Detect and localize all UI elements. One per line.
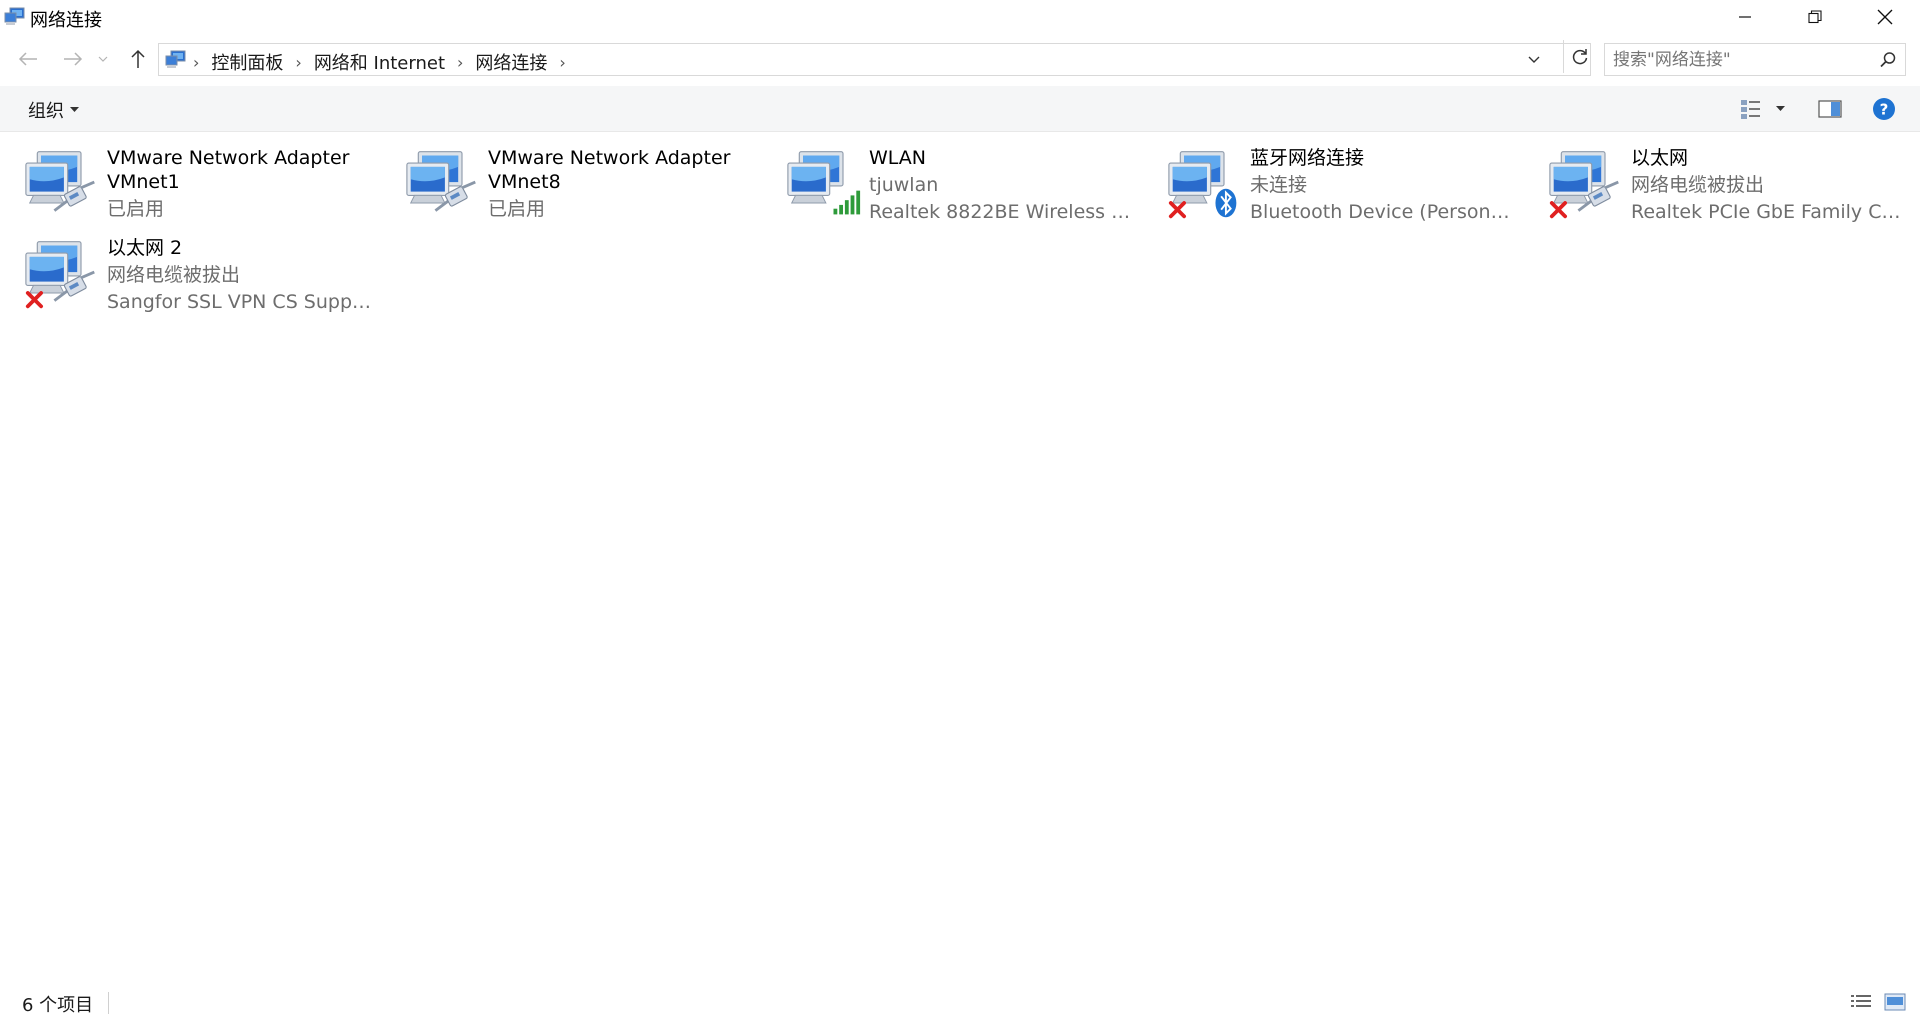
disconnected-x-icon xyxy=(25,291,43,309)
forward-button[interactable] xyxy=(57,40,89,78)
help-button[interactable]: ? xyxy=(1872,94,1896,124)
breadcrumb: › 控制面板 › 网络和 Internet › 网络连接 › xyxy=(193,49,578,75)
item-count: 6 个项目 xyxy=(22,995,94,1016)
help-icon: ? xyxy=(1873,98,1895,120)
search-input[interactable] xyxy=(1613,48,1863,72)
search-box[interactable] xyxy=(1604,43,1906,76)
details-view-button[interactable] xyxy=(1848,991,1874,1013)
view-dropdown-button[interactable] xyxy=(1776,94,1785,124)
refresh-icon xyxy=(1572,48,1587,64)
disconnected-x-icon xyxy=(1549,201,1568,219)
connection-status: 网络电缆被拔出 xyxy=(1631,174,1765,196)
network-adapter-icon xyxy=(787,151,861,215)
connection-name: 以太网 xyxy=(1631,147,1689,169)
network-connections-app-icon xyxy=(4,7,26,31)
connection-texts: VMware Network Adapter VMnet8 已启用 xyxy=(488,146,758,221)
connection-item[interactable]: VMware Network Adapter VMnet8 已启用 xyxy=(381,140,761,228)
network-connections-location-icon xyxy=(165,50,187,74)
refresh-button[interactable] xyxy=(1563,40,1595,73)
status-bar: 6 个项目 xyxy=(0,986,1920,1020)
forward-arrow-icon xyxy=(64,52,83,66)
organize-menu-button[interactable]: 组织 xyxy=(28,97,79,123)
organize-label: 组织 xyxy=(28,101,64,122)
large-icons-view-button[interactable] xyxy=(1882,991,1908,1013)
minimize-button[interactable] xyxy=(1710,0,1780,34)
disconnected-x-icon xyxy=(1168,201,1187,219)
breadcrumb-network-and-internet[interactable]: 网络和 Internet xyxy=(314,49,445,75)
connection-status: 已启用 xyxy=(488,198,546,220)
connection-texts: 以太网 2 网络电缆被拔出 Sangfor SSL VPN CS Support… xyxy=(107,236,377,314)
search-icon[interactable] xyxy=(1879,51,1897,73)
breadcrumb-network-connections[interactable]: 网络连接 xyxy=(475,49,547,75)
network-adapter-icon xyxy=(25,151,95,212)
chevron-down-icon xyxy=(1528,56,1540,63)
connection-texts: 蓝牙网络连接 未连接 Bluetooth Device (Personal Ar… xyxy=(1250,146,1520,224)
up-button[interactable] xyxy=(122,40,154,78)
title-bar: 网络连接 xyxy=(0,0,1920,34)
connection-item[interactable]: 以太网 2 网络电缆被拔出 Sangfor SSL VPN CS Support… xyxy=(0,230,380,318)
connection-status: 未连接 xyxy=(1250,174,1308,196)
connection-texts: WLAN tjuwlan Realtek 8822BE Wireless LAN… xyxy=(869,146,1139,224)
back-button[interactable] xyxy=(12,40,44,78)
network-adapter-icon xyxy=(406,151,476,212)
address-history-dropdown[interactable] xyxy=(1518,44,1550,75)
connection-name: 以太网 2 xyxy=(107,237,183,259)
navigation-bar: › 控制面板 › 网络和 Internet › 网络连接 › xyxy=(0,40,1920,78)
chevron-down-icon xyxy=(98,56,108,62)
connection-status: 网络电缆被拔出 xyxy=(107,264,241,286)
network-adapter-icon xyxy=(1168,151,1237,219)
svg-text:?: ? xyxy=(1880,101,1889,119)
connection-name: WLAN xyxy=(869,147,927,169)
connection-item[interactable]: WLAN tjuwlan Realtek 8822BE Wireless LAN… xyxy=(762,140,1142,228)
status-divider xyxy=(108,992,109,1014)
connection-texts: 以太网 网络电缆被拔出 Realtek PCIe GbE Family Cont… xyxy=(1631,146,1901,224)
restore-button[interactable] xyxy=(1780,0,1850,34)
large-icons-view-icon xyxy=(1884,993,1906,1011)
connection-name-line2: VMnet1 xyxy=(107,171,180,193)
connection-item[interactable]: VMware Network Adapter VMnet1 已启用 xyxy=(0,140,380,228)
address-box[interactable]: › 控制面板 › 网络和 Internet › 网络连接 › xyxy=(158,43,1591,76)
breadcrumb-control-panel[interactable]: 控制面板 xyxy=(211,49,283,75)
breadcrumb-chevron-icon[interactable]: › xyxy=(295,53,301,72)
restore-icon xyxy=(1808,10,1822,24)
command-bar: 组织 ? xyxy=(0,86,1920,132)
connection-texts: VMware Network Adapter VMnet1 已启用 xyxy=(107,146,377,221)
view-options-icon xyxy=(1741,100,1760,119)
back-arrow-icon xyxy=(18,52,37,66)
bluetooth-icon xyxy=(1215,188,1237,218)
preview-pane-icon xyxy=(1818,100,1842,118)
connection-status: 已启用 xyxy=(107,198,165,220)
breadcrumb-chevron-icon[interactable]: › xyxy=(193,53,199,72)
connection-device: Realtek 8822BE Wireless LAN 8... xyxy=(869,201,1139,223)
close-button[interactable] xyxy=(1850,0,1920,34)
details-view-icon xyxy=(1851,995,1871,1007)
preview-pane-button[interactable] xyxy=(1818,94,1842,124)
close-icon xyxy=(1877,9,1893,25)
dropdown-arrow-icon xyxy=(70,107,79,112)
connection-item[interactable]: 以太网 网络电缆被拔出 Realtek PCIe GbE Family Cont… xyxy=(1524,140,1904,228)
window-title: 网络连接 xyxy=(30,10,102,31)
connection-name: VMware Network Adapter xyxy=(107,147,350,169)
wifi-signal-icon xyxy=(833,190,861,215)
connection-name-line2: VMnet8 xyxy=(488,171,561,193)
dropdown-arrow-icon xyxy=(1776,106,1785,111)
connection-device: Bluetooth Device (Personal Are... xyxy=(1250,201,1520,223)
recent-locations-button[interactable] xyxy=(92,40,114,78)
minimize-icon xyxy=(1739,16,1751,18)
connection-item[interactable]: 蓝牙网络连接 未连接 Bluetooth Device (Personal Ar… xyxy=(1143,140,1523,228)
change-view-button[interactable] xyxy=(1740,94,1762,124)
connection-name: VMware Network Adapter xyxy=(488,147,731,169)
breadcrumb-chevron-icon[interactable]: › xyxy=(457,53,463,72)
network-adapter-icon xyxy=(1549,151,1619,219)
connection-device: Sangfor SSL VPN CS Support S... xyxy=(107,291,377,313)
up-arrow-icon xyxy=(131,49,145,68)
network-adapter-icon xyxy=(25,241,95,309)
connection-status: tjuwlan xyxy=(869,174,939,196)
connection-device: Realtek PCIe GbE Family Contr... xyxy=(1631,201,1901,223)
connection-name: 蓝牙网络连接 xyxy=(1250,147,1365,169)
breadcrumb-chevron-icon[interactable]: › xyxy=(559,53,565,72)
